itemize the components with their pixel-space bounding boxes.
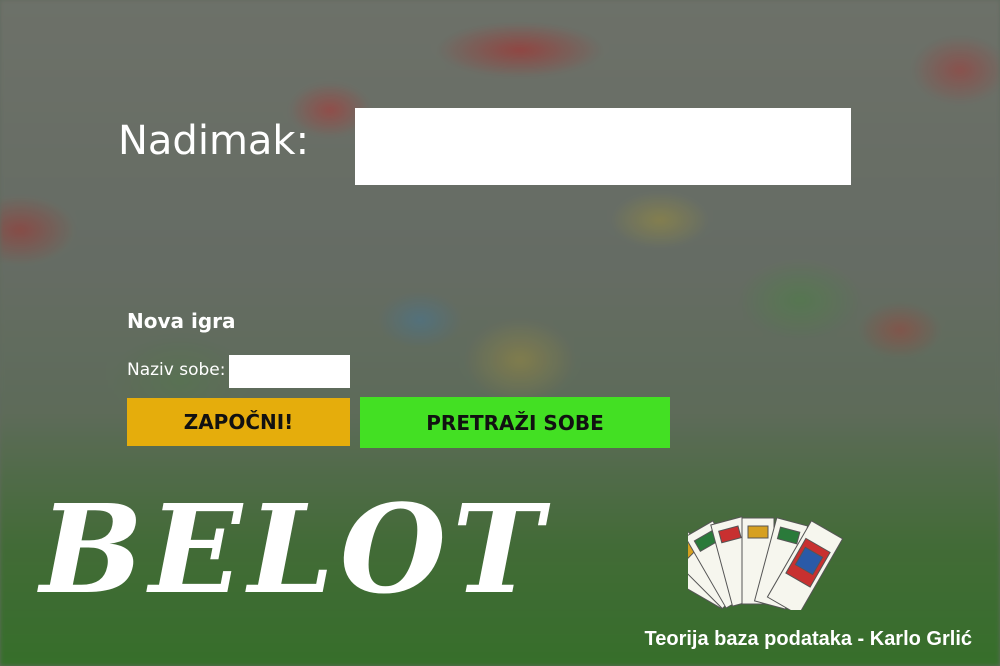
playing-cards-fan-icon (688, 516, 844, 610)
room-name-label: Naziv sobe: (127, 360, 226, 380)
start-button[interactable]: ZAPOČNI! (127, 398, 350, 446)
search-rooms-button[interactable]: PRETRAŽI SOBE (360, 397, 670, 448)
author-credit: Teorija baza podataka - Karlo Grlić (644, 628, 973, 650)
nickname-input[interactable] (355, 108, 851, 185)
belot-logo: BELOT (40, 477, 549, 621)
new-game-heading: Nova igra (127, 309, 236, 333)
nickname-label: Nadimak: (118, 118, 310, 164)
room-name-input[interactable] (229, 355, 350, 388)
